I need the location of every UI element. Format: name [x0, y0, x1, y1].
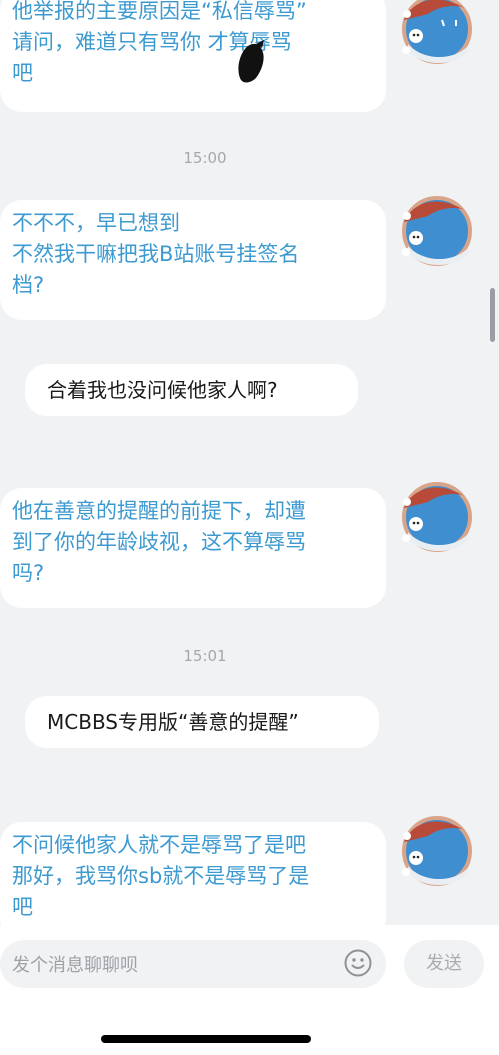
message-line: 到了你的年龄歧视，这不算辱骂 [12, 530, 306, 554]
scrollbar[interactable] [490, 288, 495, 342]
smiley-face-icon[interactable] [343, 948, 373, 978]
message-line: 不然我干嘛把我B站账号挂签名 [12, 242, 300, 266]
avatar[interactable] [398, 0, 476, 68]
message-bubble-peer[interactable]: 合着我也没问候他家人啊? [25, 364, 358, 416]
message-line: 吗? [12, 561, 45, 585]
message-line: 他举报的主要原因是“私信辱骂” [12, 0, 307, 23]
message-line: 不不不，早已想到 [12, 211, 180, 235]
send-button[interactable]: 发送 [404, 940, 484, 988]
message-text: 合着我也没问候他家人啊? [47, 378, 278, 402]
message-bubble-mine[interactable]: 他在善意的提醒的前提下，却遭 到了你的年龄歧视，这不算辱骂 吗? [0, 488, 386, 608]
message-input[interactable] [10, 940, 334, 990]
avatar-image [402, 816, 472, 886]
message-line: 档? [12, 273, 45, 297]
avatar-image [402, 482, 472, 552]
message-line: 请问，难道只有骂你 才算辱骂 [12, 30, 292, 54]
timestamp: 15:00 [183, 149, 227, 167]
message-bubble-mine[interactable]: 不问候他家人就不是辱骂了是吧 那好，我骂你sb就不是辱骂了是 吧 [0, 822, 386, 940]
message-bubble-peer[interactable]: MCBBS专用版“善意的提醒” [25, 696, 379, 748]
message-bubble-mine[interactable]: 不不不，早已想到 不然我干嘛把我B站账号挂签名 档? [0, 200, 386, 320]
message-input-box[interactable] [0, 940, 386, 990]
avatar[interactable] [398, 478, 476, 556]
avatar[interactable] [398, 812, 476, 890]
home-indicator[interactable] [101, 1035, 311, 1043]
message-text: MCBBS专用版“善意的提醒” [47, 710, 299, 734]
message-line: 不问候他家人就不是辱骂了是吧 [12, 833, 306, 857]
message-line: 那好，我骂你sb就不是辱骂了是 [12, 864, 310, 888]
avatar[interactable] [398, 192, 476, 270]
message-bubble-mine[interactable]: 他举报的主要原因是“私信辱骂” 请问，难道只有骂你 才算辱骂 吧 [0, 0, 386, 112]
message-line: 吧 [12, 61, 33, 85]
avatar-image [402, 0, 472, 64]
message-line: 他在善意的提醒的前提下，却遭 [12, 499, 306, 523]
message-line: 吧 [12, 895, 33, 919]
avatar-image [402, 196, 472, 266]
redaction-scribble [238, 40, 264, 83]
timestamp: 15:01 [183, 647, 227, 665]
